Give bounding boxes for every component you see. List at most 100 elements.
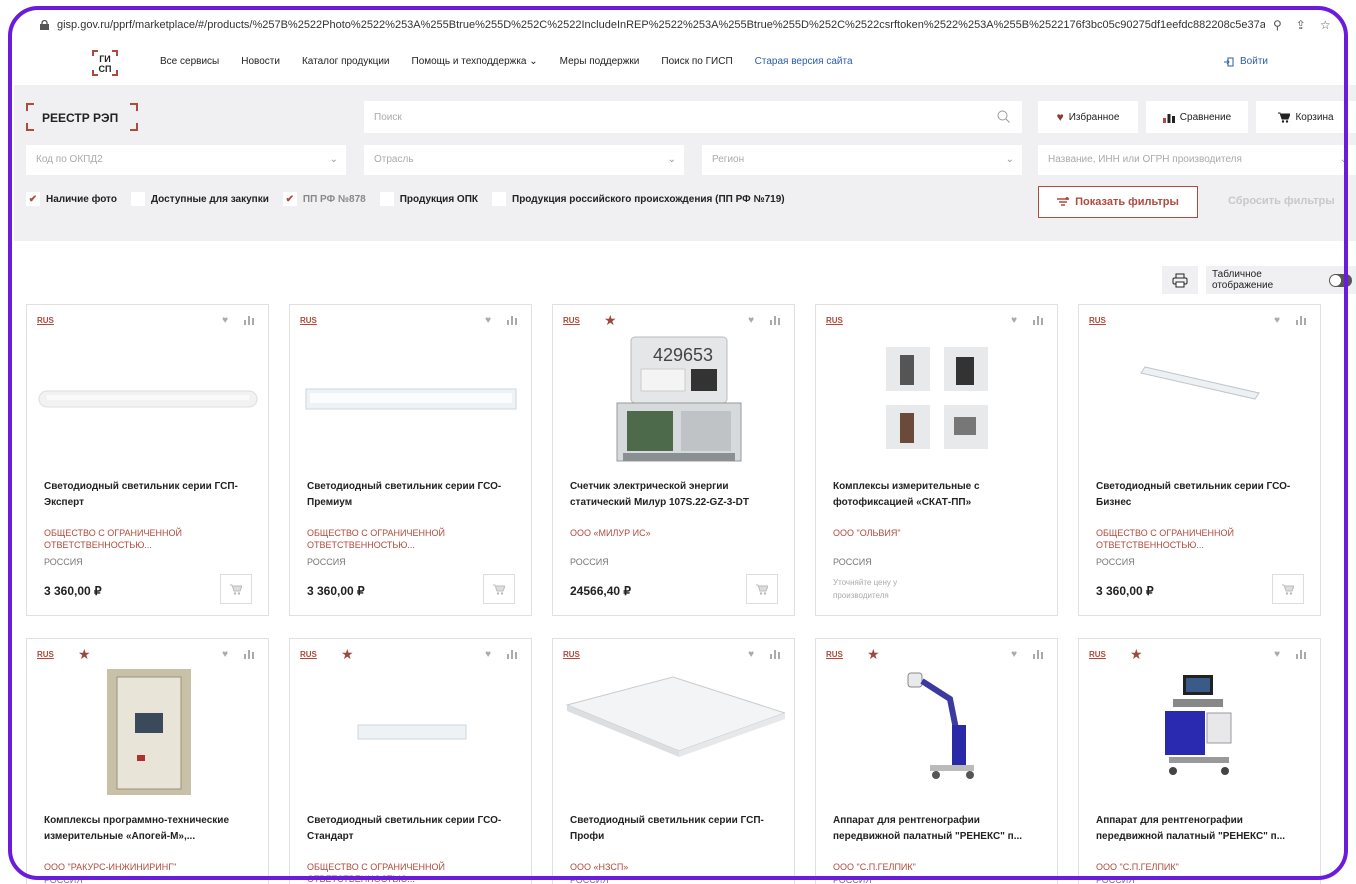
favorite-heart-icon[interactable]: ♥ [485, 315, 491, 326]
led-lamp-image [357, 724, 467, 740]
svg-text:СП: СП [99, 64, 112, 74]
check-pp878[interactable]: ✔ ПП РФ №878 [282, 192, 366, 206]
compare-icon[interactable] [507, 315, 517, 325]
favorite-heart-icon[interactable]: ♥ [1274, 649, 1280, 660]
product-card[interactable]: RUS ★ ♥ Комплексы программно-технические… [26, 638, 269, 884]
compare-icon[interactable] [1296, 649, 1306, 659]
compare-icon[interactable] [507, 649, 517, 659]
compare-icon[interactable] [770, 649, 780, 659]
nav-catalog[interactable]: Каталог продукции [302, 56, 390, 67]
compare-icon[interactable] [244, 315, 254, 325]
industry-select[interactable]: Отрасль ⌄ [364, 145, 684, 175]
share-icon[interactable]: ⇪ [1296, 18, 1306, 32]
product-title[interactable]: Светодиодный светильник серии ГСО-Бизнес [1096, 479, 1306, 511]
nav-search-gisp[interactable]: Поиск по ГИСП [661, 56, 732, 67]
search-icon[interactable] [997, 110, 1010, 123]
manufacturer-link[interactable]: ООО «НЗСП» [570, 861, 780, 873]
compare-icon[interactable] [1033, 315, 1043, 325]
manufacturer-link[interactable]: ОБЩЕСТВО С ОГРАНИЧЕННОЙ ОТВЕТСТВЕННОСТЬЮ… [44, 527, 254, 551]
check-has-photo[interactable]: ✔ Наличие фото [26, 192, 117, 206]
compare-icon[interactable] [244, 649, 254, 659]
nav-old-version[interactable]: Старая версия сайта [755, 56, 853, 67]
cart-button[interactable]: Корзина [1256, 101, 1356, 133]
product-title[interactable]: Комплексы измерительные с фотофиксацией … [833, 479, 1043, 511]
cart-icon [230, 584, 242, 595]
add-to-cart-button[interactable] [1272, 574, 1304, 604]
nav-all-services[interactable]: Все сервисы [160, 56, 219, 67]
registry-brand[interactable]: РЕЕСТР РЭП [26, 103, 138, 131]
product-title[interactable]: Счетчик электрической энергии статически… [570, 479, 780, 511]
favorite-heart-icon[interactable]: ♥ [485, 649, 491, 660]
show-filters-button[interactable]: Показать фильтры [1038, 186, 1198, 218]
add-to-cart-button[interactable] [746, 574, 778, 604]
manufacturer-link[interactable]: ООО «МИЛУР ИС» [570, 527, 780, 539]
region-select[interactable]: Регион ⌄ [702, 145, 1022, 175]
manufacturer-link[interactable]: ОБЩЕСТВО С ОГРАНИЧЕННОЙ ОТВЕТСТВЕННОСТЬЮ… [307, 861, 517, 884]
reset-filters-button[interactable]: Сбросить фильтры [1228, 195, 1335, 207]
url-text[interactable]: gisp.gov.ru/pprf/marketplace/#/products/… [57, 19, 1265, 31]
add-to-cart-button[interactable] [220, 574, 252, 604]
check-opk[interactable]: Продукция ОПК [379, 192, 478, 206]
country: РОССИЯ [833, 875, 872, 884]
product-card[interactable]: RUS ★ ♥ Светодиодный светильник серии ГС… [289, 638, 532, 884]
nav-news[interactable]: Новости [241, 56, 280, 67]
price: 24566,40 ₽ [570, 584, 632, 598]
product-title[interactable]: Комплексы программно-технические измерит… [44, 813, 254, 845]
okpd2-select[interactable]: Код по ОКПД2 ⌄ [26, 145, 346, 175]
favorite-heart-icon[interactable]: ♥ [748, 649, 754, 660]
product-card[interactable]: RUS ♥ Светодиодный светильник серии ГСП-… [552, 638, 795, 884]
table-view-toggle[interactable]: Табличное отображение [1206, 266, 1356, 294]
product-card[interactable]: RUS ♥ Светодиодный светильник серии ГСО-… [289, 304, 532, 616]
address-bar[interactable]: gisp.gov.ru/pprf/marketplace/#/products/… [0, 14, 1356, 36]
manufacturer-link[interactable]: ООО "ОЛЬВИЯ" [833, 527, 1043, 539]
add-to-cart-button[interactable] [483, 574, 515, 604]
product-title[interactable]: Светодиодный светильник серии ГСО-Премиу… [307, 479, 517, 511]
search-input[interactable]: Поиск [364, 101, 1022, 133]
manufacturer-link[interactable]: ОБЩЕСТВО С ОГРАНИЧЕННОЙ ОТВЕТСТВЕННОСТЬЮ… [1096, 527, 1306, 551]
favorite-heart-icon[interactable]: ♥ [1274, 315, 1280, 326]
manufacturer-select[interactable]: Название, ИНН или ОГРН производителя ⌄ [1038, 145, 1356, 175]
product-title[interactable]: Светодиодный светильник серии ГСО-Станда… [307, 813, 517, 845]
price: 3 360,00 ₽ [1096, 584, 1154, 598]
product-card[interactable]: RUS ★ ♥ Аппарат для рентгенографии перед… [1078, 638, 1321, 884]
favorite-heart-icon[interactable]: ♥ [222, 649, 228, 660]
product-card[interactable]: RUS ♥ Комплексы измерительные с фотофикс… [815, 304, 1058, 616]
favorite-heart-icon[interactable]: ♥ [748, 315, 754, 326]
gisp-logo[interactable]: ГИ СП [92, 50, 118, 76]
manufacturer-link[interactable]: ООО "С.П.ГЕЛПИК" [1096, 861, 1306, 873]
product-title[interactable]: Аппарат для рентгенографии передвижной п… [1096, 813, 1306, 845]
product-card[interactable]: RUS ★ ♥ Аппарат для рентгенографии перед… [815, 638, 1058, 884]
manufacturer-link[interactable]: ООО "С.П.ГЕЛПИК" [833, 861, 1043, 873]
compare-icon[interactable] [1033, 649, 1043, 659]
product-title[interactable]: Светодиодный светильник серии ГСП-Экспер… [44, 479, 254, 511]
bookmark-star-icon[interactable]: ☆ [1320, 18, 1331, 32]
printer-icon [1172, 273, 1188, 287]
product-title[interactable]: Светодиодный светильник серии ГСП-Профи [570, 813, 780, 845]
print-button[interactable] [1162, 266, 1198, 294]
product-title[interactable]: Аппарат для рентгенографии передвижной п… [833, 813, 1043, 845]
toggle-switch[interactable] [1328, 273, 1352, 287]
zoom-icon[interactable]: ⚲ [1273, 18, 1282, 32]
login-link[interactable]: Войти [1224, 56, 1268, 67]
compare-icon[interactable] [770, 315, 780, 325]
manufacturer-link[interactable]: ОБЩЕСТВО С ОГРАНИЧЕННОЙ ОТВЕТСТВЕННОСТЬЮ… [307, 527, 517, 551]
compare-icon[interactable] [1296, 315, 1306, 325]
favorite-heart-icon[interactable]: ♥ [1011, 315, 1017, 326]
chevron-down-icon: ⌄ [529, 56, 538, 67]
chevron-down-icon: ⌄ [329, 154, 338, 165]
product-card[interactable]: RUS ★ ♥ 429653 Счетчик электрической эне… [552, 304, 795, 616]
chevron-down-icon: ⌄ [1005, 154, 1014, 165]
favorites-button[interactable]: ♥ Избранное [1038, 101, 1138, 133]
checkbox-empty [130, 192, 145, 206]
product-card[interactable]: RUS ♥ Светодиодный светильник серии ГСП-… [26, 304, 269, 616]
country: РОССИЯ [44, 875, 83, 884]
check-pp719[interactable]: Продукция российского происхождения (ПП … [492, 192, 785, 206]
nav-support-measures[interactable]: Меры поддержки [560, 56, 640, 67]
product-card[interactable]: RUS ♥ Светодиодный светильник серии ГСО-… [1078, 304, 1321, 616]
favorite-heart-icon[interactable]: ♥ [1011, 649, 1017, 660]
nav-help[interactable]: Помощь и техподдержка ⌄ [412, 56, 538, 67]
favorite-heart-icon[interactable]: ♥ [222, 315, 228, 326]
check-available[interactable]: Доступные для закупки [130, 192, 269, 206]
manufacturer-link[interactable]: ООО "РАКУРС-ИНЖИНИРИНГ" [44, 861, 254, 873]
compare-button[interactable]: Сравнение [1146, 101, 1248, 133]
